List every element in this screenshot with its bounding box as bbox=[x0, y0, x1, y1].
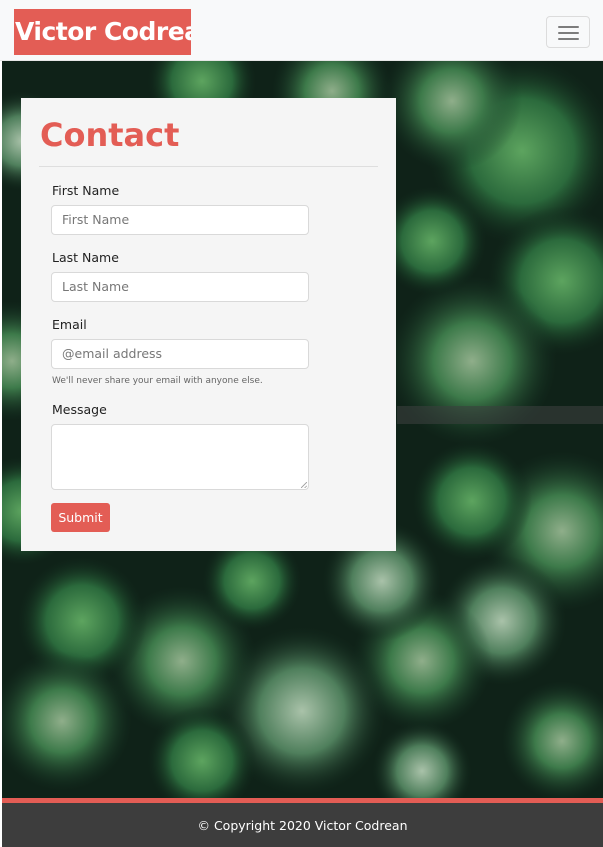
brand-logo[interactable]: Victor Codrean bbox=[14, 9, 191, 55]
message-textarea[interactable] bbox=[51, 424, 309, 490]
navbar: Victor Codrean bbox=[0, 0, 603, 61]
divider bbox=[39, 166, 378, 167]
email-label: Email bbox=[52, 317, 87, 332]
first-name-label: First Name bbox=[52, 183, 120, 198]
submit-button[interactable]: Submit bbox=[51, 503, 110, 532]
copyright-text: © Copyright 2020 Victor Codrean bbox=[197, 818, 408, 833]
email-help-text: We'll never share your email with anyone… bbox=[52, 376, 263, 386]
last-name-input[interactable]: Last Name bbox=[51, 272, 309, 302]
resize-handle-icon[interactable] bbox=[301, 482, 307, 488]
contact-card: Contact First Name First Name Last Name … bbox=[21, 98, 396, 551]
first-name-input[interactable]: First Name bbox=[51, 205, 309, 235]
footer: © Copyright 2020 Victor Codrean bbox=[2, 798, 603, 847]
message-label: Message bbox=[52, 402, 107, 417]
last-name-label: Last Name bbox=[52, 250, 119, 265]
email-input[interactable]: @email address bbox=[51, 339, 309, 369]
contact-title: Contact bbox=[40, 116, 180, 154]
navbar-toggle-button[interactable] bbox=[546, 16, 590, 48]
